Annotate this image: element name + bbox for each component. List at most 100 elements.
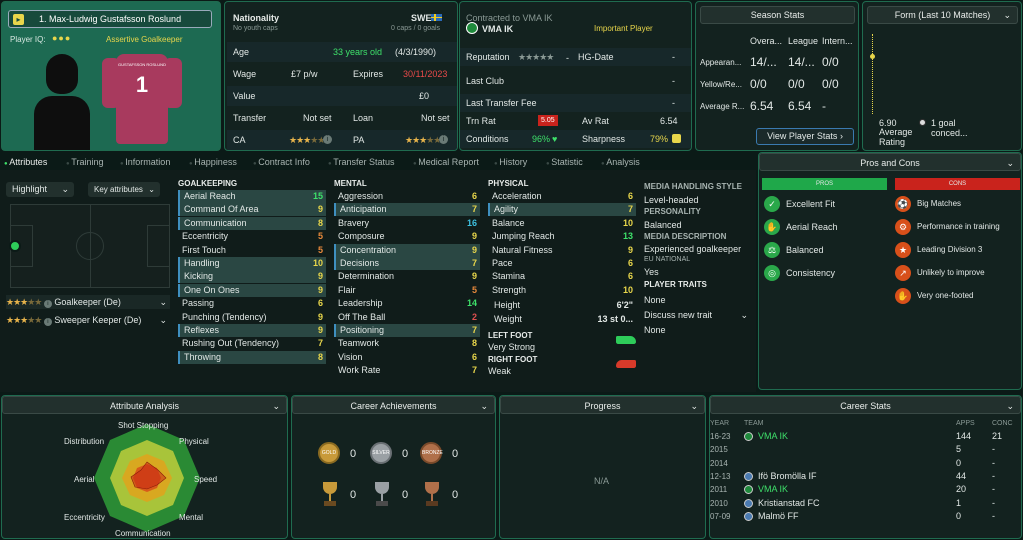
av-rat-label: Av Rat xyxy=(582,116,609,126)
career-row[interactable]: 07-09 Malmö FF 0 - xyxy=(710,510,1021,523)
tab-statistic[interactable]: Statistic xyxy=(546,157,583,167)
progress-header[interactable]: Progress ⌄ xyxy=(500,396,705,414)
pros-cons-header[interactable]: Pros and Cons ⌄ xyxy=(759,153,1021,171)
attribute-row[interactable]: Pace 6 xyxy=(488,257,636,270)
attribute-row[interactable]: Stamina 6 xyxy=(488,270,636,283)
radar-label-physical: Physical xyxy=(179,437,209,446)
chevron-down-icon: ⌄ xyxy=(159,297,167,307)
attribute-value: 8 xyxy=(317,217,323,228)
attribute-row[interactable]: One On Ones 9 xyxy=(178,283,326,297)
career-row[interactable]: 2010 Kristianstad FC 1 - xyxy=(710,497,1021,510)
career-team[interactable]: VMA IK xyxy=(758,430,788,443)
attribute-row[interactable]: Agility 7 xyxy=(488,203,636,217)
career-stats-header[interactable]: Career Stats ⌄ xyxy=(710,396,1021,414)
attribute-row[interactable]: Handling 10 xyxy=(178,257,326,270)
attribute-row[interactable]: Off The Ball 2 xyxy=(334,311,480,324)
chevron-down-icon: ⌄ xyxy=(159,315,167,325)
tab-information[interactable]: Information xyxy=(120,157,170,167)
weight-label: Weight xyxy=(494,314,522,324)
attribute-row[interactable]: Flair 5 xyxy=(334,284,480,297)
tab-medical-report[interactable]: Medical Report xyxy=(413,157,479,167)
attribute-row[interactable]: Punching (Tendency) 9 xyxy=(178,311,326,324)
reputation-stars: ★★★★★ xyxy=(518,52,554,62)
club-badge-icon xyxy=(744,485,753,495)
attribute-row[interactable]: Passing 6 xyxy=(178,297,326,310)
info-icon[interactable]: i xyxy=(323,135,332,144)
attribute-row[interactable]: Rushing Out (Tendency) 7 xyxy=(178,337,326,350)
chevron-down-icon: ⌄ xyxy=(1006,158,1014,168)
career-row[interactable]: 2014 0 - xyxy=(710,457,1021,470)
attribute-row[interactable]: Jumping Reach 13 xyxy=(488,230,636,243)
physical-attributes: Acceleration 6 Agility 7 Balance 10 Jumping Re… xyxy=(488,190,636,300)
career-team[interactable]: Malmö FF xyxy=(758,510,799,523)
attribute-row[interactable]: Vision 6 xyxy=(334,351,480,364)
attribute-row[interactable]: Balance 10 xyxy=(488,217,636,230)
attribute-row[interactable]: Anticipation 7 xyxy=(334,203,480,217)
tab-attributes[interactable]: Attributes xyxy=(4,157,47,167)
age-value: 33 years old xyxy=(333,47,383,57)
attribute-row[interactable]: Concentration 9 xyxy=(334,243,480,257)
player-name-bar[interactable]: ▸ 1. Max-Ludwig Gustafsson Roslund xyxy=(8,10,212,28)
tab-training[interactable]: Training xyxy=(66,157,103,167)
attribute-row[interactable]: Natural Fitness 9 xyxy=(488,244,636,257)
attribute-value: 5 xyxy=(317,231,323,242)
col-international: Intern... xyxy=(822,36,853,46)
silver-medal-icon: SILVER xyxy=(370,442,392,464)
career-row[interactable]: 2015 5 - xyxy=(710,443,1021,456)
attribute-value: 13 xyxy=(622,231,633,242)
nationality-value[interactable]: SWE xyxy=(411,13,432,23)
attribute-row[interactable]: Command Of Area 9 xyxy=(178,203,326,217)
attribute-row[interactable]: Determination 9 xyxy=(334,270,480,283)
radar-label-shot-stopping: Shot Stopping xyxy=(118,421,169,430)
tab-analysis[interactable]: Analysis xyxy=(601,157,640,167)
role-row[interactable]: ★★★★★ i Goalkeeper (De) ⌄ xyxy=(6,295,170,309)
attribute-row[interactable]: Aggression 6 xyxy=(334,190,480,203)
career-row[interactable]: 16-23 VMA IK 144 21 xyxy=(710,430,1021,443)
progress-value: N/A xyxy=(594,476,610,486)
boot-icon xyxy=(616,360,636,368)
view-player-stats-button[interactable]: View Player Stats › xyxy=(756,128,854,145)
info-icon[interactable]: i xyxy=(439,135,448,144)
attribute-row[interactable]: First Touch 5 xyxy=(178,244,326,257)
career-apps: 20 xyxy=(956,484,967,495)
attribute-row[interactable]: Aerial Reach 15 xyxy=(178,190,326,203)
season-stats-header[interactable]: Season Stats xyxy=(700,6,855,24)
attribute-row[interactable]: Acceleration 6 xyxy=(488,190,636,203)
discuss-trait-value: None xyxy=(644,325,666,335)
attribute-row[interactable]: Leadership 14 xyxy=(334,297,480,310)
role-row[interactable]: ★★★★★ i Sweeper Keeper (De) ⌄ xyxy=(6,313,170,327)
attribute-row[interactable]: Strength 10 xyxy=(488,284,636,297)
career-team[interactable]: VMA IK xyxy=(758,483,788,496)
attribute-analysis-header[interactable]: Attribute Analysis ⌄ xyxy=(2,396,287,414)
key-attributes-dropdown[interactable]: Key attributes ⌄ xyxy=(88,182,160,197)
radar-label-distribution: Distribution xyxy=(64,437,105,446)
career-row[interactable]: 12-13 Ifö Bromölla IF 44 - xyxy=(710,470,1021,483)
role-name: Goalkeeper (De) xyxy=(54,297,121,307)
attribute-row[interactable]: Throwing 8 xyxy=(178,350,326,364)
attribute-row[interactable]: Eccentricity 5 xyxy=(178,230,326,243)
club-name[interactable]: VMA IK xyxy=(482,24,513,34)
tab-happiness[interactable]: Happiness xyxy=(189,157,237,167)
career-conc: - xyxy=(992,457,995,468)
highlight-dropdown[interactable]: Highlight ⌄ xyxy=(6,182,74,197)
attribute-row[interactable]: Composure 9 xyxy=(334,230,480,243)
tab-transfer-status[interactable]: Transfer Status xyxy=(328,157,394,167)
tab-history[interactable]: History xyxy=(494,157,527,167)
attribute-row[interactable]: Bravery 16 xyxy=(334,217,480,230)
form-header[interactable]: Form (Last 10 Matches) ⌄ xyxy=(867,6,1018,24)
career-row[interactable]: 2011 VMA IK 20 - xyxy=(710,483,1021,496)
attribute-row[interactable]: Communication 8 xyxy=(178,216,326,230)
info-icon[interactable]: i xyxy=(43,300,52,308)
attribute-row[interactable]: Decisions 7 xyxy=(334,257,480,270)
attribute-row[interactable]: Reflexes 9 xyxy=(178,324,326,337)
career-achievements-header[interactable]: Career Achievements ⌄ xyxy=(292,396,495,414)
attribute-row[interactable]: Positioning 7 xyxy=(334,324,480,337)
career-team[interactable]: Kristianstad FC xyxy=(758,497,820,510)
tab-contract-info[interactable]: Contract Info xyxy=(253,157,310,167)
discuss-trait-dropdown[interactable]: Discuss new trait ⌄ xyxy=(644,310,750,322)
attribute-row[interactable]: Teamwork 8 xyxy=(334,337,480,350)
attribute-row[interactable]: Work Rate 7 xyxy=(334,364,480,377)
info-icon[interactable]: i xyxy=(43,318,52,326)
career-team[interactable]: Ifö Bromölla IF xyxy=(758,470,817,483)
attribute-row[interactable]: Kicking 9 xyxy=(178,270,326,284)
